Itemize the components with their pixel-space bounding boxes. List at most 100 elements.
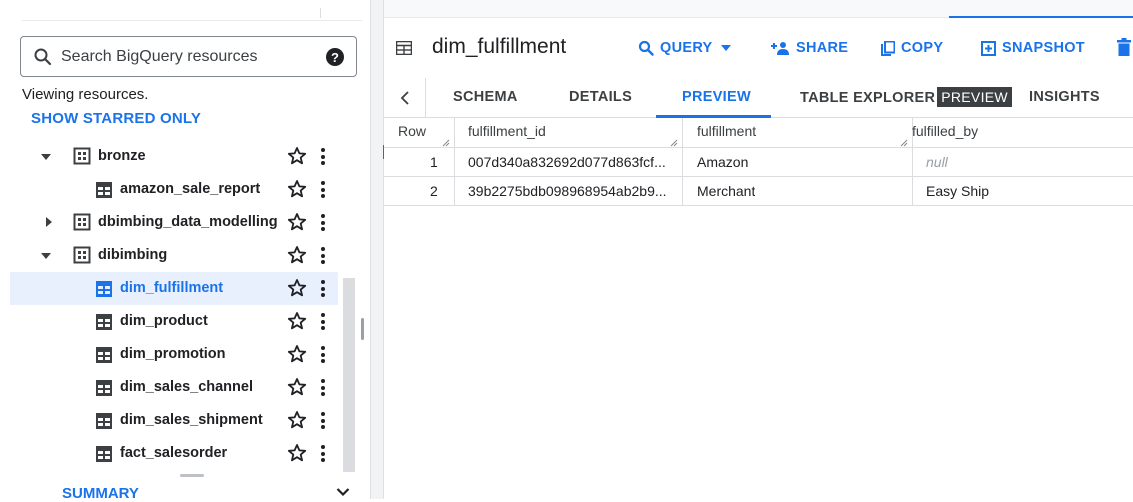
tab-preview[interactable]: PREVIEW [682, 89, 751, 105]
column-resize-icon[interactable] [670, 139, 678, 147]
cell-fulfillment-id[interactable]: 39b2275bdb098968954ab2b9... [468, 177, 667, 205]
more-vert-icon[interactable] [319, 148, 327, 165]
cell-fulfilled-by[interactable]: Easy Ship [926, 177, 989, 205]
tree-item-dim-sales-shipment[interactable]: dim_sales_shipment [10, 404, 338, 437]
person-add-icon [771, 42, 789, 55]
share-button[interactable]: SHARE [770, 40, 848, 56]
tree-item-label: fact_salesorder [120, 445, 228, 461]
explorer-panel: ? Viewing resources. SHOW STARRED ONLY b… [0, 0, 372, 502]
star-icon[interactable] [287, 377, 307, 397]
star-icon[interactable] [287, 311, 307, 331]
tree-item-amazon-sale-report[interactable]: amazon_sale_report [10, 173, 338, 206]
star-icon[interactable] [287, 410, 307, 430]
table-icon [96, 413, 112, 429]
chevron-left-icon [400, 91, 409, 105]
cell-fulfilled-by[interactable]: null [926, 148, 948, 176]
tab-table-explorer[interactable]: TABLE EXPLORER PREVIEW [800, 87, 1012, 107]
tree-item-dim-promotion[interactable]: dim_promotion [10, 338, 338, 371]
panel-divider[interactable] [370, 0, 384, 499]
tree-item-label: dibimbing [98, 247, 168, 263]
dataset-icon [73, 213, 91, 231]
table-header-row: Row fulfillment_id fulfillment fulfilled… [384, 118, 1133, 148]
caret-down-icon [720, 45, 731, 51]
resize-grip[interactable] [361, 318, 364, 340]
star-icon[interactable] [287, 344, 307, 364]
column-header-fulfilled-by[interactable]: fulfilled_by [912, 118, 978, 147]
summary-section-toggle[interactable]: SUMMARY [62, 485, 139, 502]
query-button[interactable]: QUERY [638, 40, 731, 56]
divider [22, 20, 362, 21]
more-vert-icon[interactable] [319, 445, 327, 462]
copy-icon [881, 40, 895, 56]
star-icon[interactable] [287, 212, 307, 232]
column-header-fulfillment-id[interactable]: fulfillment_id [468, 118, 546, 147]
star-icon[interactable] [287, 146, 307, 166]
star-icon[interactable] [287, 443, 307, 463]
row-number: 1 [430, 154, 438, 170]
more-vert-icon[interactable] [319, 313, 327, 330]
dataset-icon [73, 246, 91, 264]
column-separator [912, 177, 913, 205]
tree-item-dim-fulfillment[interactable]: dim_fulfillment [10, 272, 338, 305]
tab-insights[interactable]: INSIGHTS [1029, 89, 1100, 105]
tree-item-label: dim_promotion [120, 346, 226, 362]
row-number: 2 [430, 183, 438, 199]
viewing-resources-text: Viewing resources. [22, 86, 149, 103]
scrollbar-thumb[interactable] [343, 278, 355, 472]
column-separator [454, 148, 455, 176]
column-resize-icon[interactable] [900, 139, 908, 147]
star-icon[interactable] [287, 278, 307, 298]
tree-item-label: dim_sales_shipment [120, 412, 263, 428]
tab-scroll-left-button[interactable] [384, 78, 426, 118]
table-icon [396, 41, 412, 55]
tree-item-dim-sales-channel[interactable]: dim_sales_channel [10, 371, 338, 404]
tree-item-bronze[interactable]: bronze [10, 140, 338, 173]
tab-schema[interactable]: SCHEMA [453, 89, 518, 105]
table-icon [96, 314, 112, 330]
more-vert-icon[interactable] [319, 214, 327, 231]
drag-handle[interactable] [180, 474, 204, 477]
cell-fulfillment-id[interactable]: 007d340a832692d077d863fcf... [468, 148, 666, 176]
tree-item-label: dim_product [120, 313, 208, 329]
table-row: 2 39b2275bdb098968954ab2b9... Merchant E… [384, 177, 1133, 206]
snapshot-icon [981, 40, 996, 56]
cell-fulfillment[interactable]: Amazon [697, 148, 748, 176]
snapshot-button-label: SNAPSHOT [1002, 40, 1085, 56]
tree-item-dim-product[interactable]: dim_product [10, 305, 338, 338]
snapshot-button[interactable]: SNAPSHOT [981, 40, 1085, 56]
tree-item-dibimbing[interactable]: dibimbing [10, 239, 338, 272]
share-button-label: SHARE [796, 40, 849, 56]
tab-table-explorer-label: TABLE EXPLORER [800, 90, 936, 106]
preview-badge: PREVIEW [937, 87, 1012, 107]
caret-down-icon[interactable] [40, 151, 52, 163]
tree-item-label: dim_fulfillment [120, 280, 224, 296]
star-icon[interactable] [287, 245, 307, 265]
delete-icon[interactable] [1117, 38, 1131, 56]
more-vert-icon[interactable] [319, 412, 327, 429]
active-tab-indicator [949, 16, 1133, 18]
table-icon [96, 380, 112, 396]
help-icon[interactable]: ? [326, 48, 344, 66]
tab-details[interactable]: DETAILS [569, 89, 632, 105]
caret-down-icon[interactable] [40, 250, 52, 262]
more-vert-icon[interactable] [319, 379, 327, 396]
more-vert-icon[interactable] [319, 247, 327, 264]
tree-item-dbimbing-data-modelling[interactable]: dbimbing_data_modelling [10, 206, 338, 239]
more-vert-icon[interactable] [319, 346, 327, 363]
copy-button[interactable]: COPY [881, 40, 943, 56]
search-box[interactable]: ? [20, 36, 357, 77]
column-header-fulfillment[interactable]: fulfillment [697, 118, 756, 147]
search-input[interactable] [59, 46, 319, 67]
search-icon [33, 47, 53, 67]
show-starred-only-link[interactable]: SHOW STARRED ONLY [31, 110, 201, 127]
column-resize-icon[interactable] [442, 139, 450, 147]
chevron-down-icon[interactable] [336, 487, 350, 497]
more-vert-icon[interactable] [319, 280, 327, 297]
tree-item-label: bronze [98, 148, 146, 164]
caret-right-icon[interactable] [43, 216, 55, 228]
tree-item-fact-salesorder[interactable]: fact_salesorder [10, 437, 338, 470]
more-vert-icon[interactable] [319, 181, 327, 198]
cell-fulfillment[interactable]: Merchant [697, 177, 755, 205]
table-header-bar: dim_fulfillment QUERY SHARE COPY SNAPSHO… [384, 30, 1133, 66]
star-icon[interactable] [287, 179, 307, 199]
